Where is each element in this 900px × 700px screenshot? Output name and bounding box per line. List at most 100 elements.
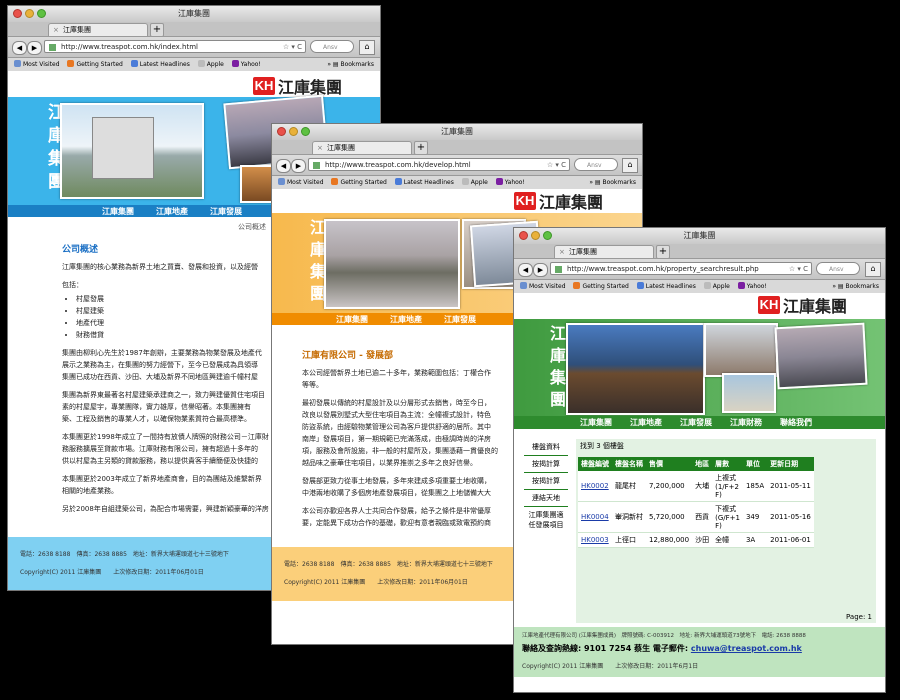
window-titlebar[interactable]: 江庫集團 (272, 124, 642, 140)
bookmarks-menu[interactable]: » ▤ Bookmarks (589, 176, 636, 189)
menu-item-development[interactable]: 江庫發展 (206, 206, 246, 217)
close-tab-icon[interactable]: × (317, 142, 323, 155)
bookmark-apple[interactable]: Apple (197, 58, 224, 71)
email-link[interactable]: chuwa@treaspot.com.hk (691, 644, 802, 653)
listing-link[interactable]: HK0003 (581, 536, 609, 544)
table-row: HK0003 上徑口 12,880,000 沙田 全幢 3A 2011-06-0… (578, 532, 814, 548)
window-titlebar[interactable]: 江庫集團 (8, 6, 380, 22)
browser-tab[interactable]: × 江庫集團 (312, 141, 412, 154)
bookmark-most-visited[interactable]: Most Visited (278, 176, 324, 189)
bookmark-most-visited[interactable]: Most Visited (14, 58, 60, 71)
search-input[interactable]: Ansv (816, 262, 860, 275)
bookmark-yahoo[interactable]: Yahoo! (495, 176, 525, 189)
back-button[interactable]: ◀ (12, 41, 27, 55)
address-bar[interactable]: http://www.treaspot.com.hk/property_sear… (550, 262, 812, 275)
minimize-window-button[interactable] (289, 127, 298, 136)
zoom-window-button[interactable] (543, 231, 552, 240)
column-header[interactable]: 層數 (712, 457, 743, 471)
window-titlebar[interactable]: 江庫集團 (514, 228, 885, 244)
reload-icon[interactable]: ☆ ▾ C (547, 159, 566, 170)
listing-id-cell[interactable]: HK0002 (578, 471, 612, 502)
bookmark-most-visited[interactable]: Most Visited (520, 280, 566, 293)
new-tab-button[interactable]: + (150, 23, 164, 37)
search-input[interactable]: Ansv (574, 158, 618, 171)
listing-id-cell[interactable]: HK0003 (578, 532, 612, 548)
close-window-button[interactable] (277, 127, 286, 136)
forward-button[interactable]: ▶ (27, 41, 42, 55)
listing-link[interactable]: HK0004 (581, 513, 609, 521)
listing-link[interactable]: HK0002 (581, 482, 609, 490)
bookmark-yahoo[interactable]: Yahoo! (231, 58, 261, 71)
menu-item-property[interactable]: 江庫地產 (626, 417, 666, 428)
sidenav-item-mortgage-calc[interactable]: 按揭計算 (524, 473, 568, 490)
bookmark-icon (14, 60, 21, 67)
results-panel: 找到 3 個樓盤 樓盤編號 樓盤名稱 售價 地區 層數 單位 更新日期 HK00… (576, 439, 876, 623)
close-tab-icon[interactable]: × (53, 24, 59, 37)
column-header[interactable]: 售價 (646, 457, 693, 471)
home-button[interactable]: ⌂ (359, 40, 375, 55)
column-header[interactable]: 更新日期 (767, 457, 814, 471)
bookmark-getting-started[interactable]: Getting Started (67, 58, 123, 71)
sidenav-item-listings[interactable]: 樓盤資料 (524, 439, 568, 456)
menu-item-property[interactable]: 江庫地產 (152, 206, 192, 217)
footer-contact: 電話：2638 8188 傳真：2638 8885 地址：新界大埔運頭道七十三號… (284, 561, 493, 568)
menu-item-contact[interactable]: 聯絡我們 (776, 417, 816, 428)
bookmark-apple[interactable]: Apple (703, 280, 730, 293)
bookmark-apple[interactable]: Apple (461, 176, 488, 189)
minimize-window-button[interactable] (531, 231, 540, 240)
bookmark-latest-headlines[interactable]: Latest Headlines (636, 280, 696, 293)
brand-name: 江庫集團 (783, 297, 848, 316)
date-cell: 2011-06-01 (767, 532, 814, 548)
building-shape (92, 117, 154, 179)
menu-item-group[interactable]: 江庫集團 (332, 314, 372, 325)
minimize-window-button[interactable] (25, 9, 34, 18)
zoom-window-button[interactable] (301, 127, 310, 136)
brand-logo[interactable]: KH 江庫集團 (514, 189, 603, 213)
close-tab-icon[interactable]: × (559, 246, 565, 259)
search-input[interactable]: Ansv (310, 40, 354, 53)
menu-item-property[interactable]: 江庫地產 (386, 314, 426, 325)
home-button[interactable]: ⌂ (865, 262, 881, 277)
forward-button[interactable]: ▶ (291, 159, 306, 173)
address-bar[interactable]: http://www.treaspot.com.hk/index.html ☆ ▾… (44, 40, 306, 53)
footer: 江庫地產代理有限公司 (江庫集團成員) 牌照號碼: C-003912 地址: 新… (514, 627, 885, 677)
column-header[interactable]: 樓盤編號 (578, 457, 612, 471)
bookmark-getting-started[interactable]: Getting Started (331, 176, 387, 189)
new-tab-button[interactable]: + (656, 245, 670, 259)
menu-item-group[interactable]: 江庫集團 (98, 206, 138, 217)
reload-icon[interactable]: ☆ ▾ C (789, 263, 808, 274)
bookmark-yahoo[interactable]: Yahoo! (737, 280, 767, 293)
forward-button[interactable]: ▶ (533, 263, 548, 277)
bookmark-latest-headlines[interactable]: Latest Headlines (394, 176, 454, 189)
new-tab-button[interactable]: + (414, 141, 428, 155)
address-bar[interactable]: http://www.treaspot.com.hk/develop.html ☆… (308, 158, 570, 171)
menu-item-development[interactable]: 江庫發展 (440, 314, 480, 325)
back-button[interactable]: ◀ (276, 159, 291, 173)
close-window-button[interactable] (519, 231, 528, 240)
brand-logo[interactable]: KH 江庫集團 (253, 74, 342, 98)
home-button[interactable]: ⌂ (622, 158, 638, 173)
column-header[interactable]: 樓盤名稱 (612, 457, 646, 471)
menu-item-group[interactable]: 江庫集團 (576, 417, 616, 428)
back-button[interactable]: ◀ (518, 263, 533, 277)
close-window-button[interactable] (13, 9, 22, 18)
browser-tab[interactable]: × 江庫集團 (554, 245, 654, 258)
zoom-window-button[interactable] (37, 9, 46, 18)
bookmark-getting-started[interactable]: Getting Started (573, 280, 629, 293)
sidenav-item-mortgage[interactable]: 按揭計算 (524, 456, 568, 473)
sidenav-item-links[interactable]: 連結天地 (524, 490, 568, 507)
column-header[interactable]: 地區 (692, 457, 713, 471)
listing-id-cell[interactable]: HK0004 (578, 501, 612, 533)
menu-item-finance[interactable]: 江庫財務 (726, 417, 766, 428)
sidenav-item-projects[interactable]: 江庫集團適任發展項目 (524, 507, 568, 533)
menu-item-development[interactable]: 江庫發展 (676, 417, 716, 428)
column-header[interactable]: 單位 (742, 457, 768, 471)
brand-logo[interactable]: KH 江庫集團 (758, 293, 847, 317)
bookmarks-menu[interactable]: » ▤ Bookmarks (832, 280, 879, 293)
bookmarks-menu[interactable]: » ▤ Bookmarks (327, 58, 374, 71)
reload-icon[interactable]: ☆ ▾ C (283, 41, 302, 52)
listing-name-cell: 輋洞新村 (612, 501, 646, 533)
results-table-wrap: 樓盤編號 樓盤名稱 售價 地區 層數 單位 更新日期 HK0002 龍尾村 7,… (578, 457, 814, 548)
browser-tab[interactable]: × 江庫集團 (48, 23, 148, 36)
bookmark-latest-headlines[interactable]: Latest Headlines (130, 58, 190, 71)
